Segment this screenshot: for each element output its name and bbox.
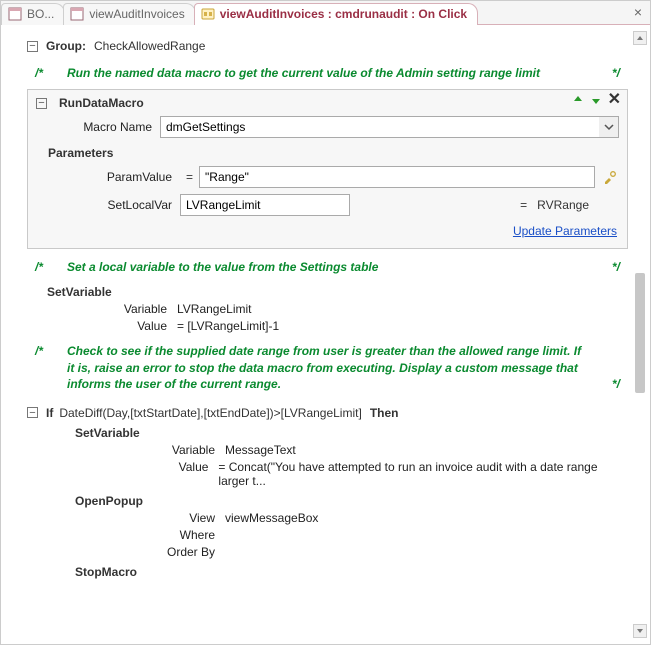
tab-label: viewAuditInvoices : cmdrunaudit : On Cli… [220,7,467,21]
comment-close: */ [612,376,620,392]
openpopup-action[interactable]: OpenPopup [75,494,628,508]
if-keyword: If [46,406,53,420]
collapse-toggle[interactable]: − [36,98,47,109]
close-icon[interactable]: × [634,4,642,20]
group-name: CheckAllowedRange [94,39,205,53]
tab-viewauditinvoices[interactable]: viewAuditInvoices [63,3,195,25]
if-row[interactable]: − If DateDiff(Day,[txtStartDate],[txtEnd… [27,406,628,420]
macro-icon [201,7,215,21]
tab-bar: BO... viewAuditInvoices viewAuditInvoice… [1,1,650,25]
variable-value: MessageText [225,443,296,457]
group-label: Group: [46,39,86,53]
macro-name-select[interactable]: dmGetSettings [160,116,619,138]
comment-open: /* [35,259,43,275]
group-row: − Group: CheckAllowedRange [27,39,628,53]
scroll-down-icon[interactable] [633,624,647,638]
setlocalvar-input[interactable] [180,194,350,216]
then-keyword: Then [370,406,399,420]
view-label: View [75,511,225,525]
scrollbar-thumb[interactable] [635,273,645,393]
builder-icon[interactable] [601,168,619,186]
form-icon [70,7,84,21]
setvariable-action[interactable]: SetVariable [75,426,628,440]
if-condition: DateDiff(Day,[txtStartDate],[txtEndDate]… [59,406,361,420]
macro-editor: − Group: CheckAllowedRange /* Run the na… [1,25,650,644]
variable-label: Variable [75,443,225,457]
tab-label: BO... [27,7,54,21]
view-value: viewMessageBox [225,511,318,525]
comment-block: /* Run the named data macro to get the c… [27,61,628,85]
scroll-up-icon[interactable] [633,31,647,45]
collapse-toggle[interactable]: − [27,41,38,52]
variable-label: Variable [27,302,177,316]
variable-value: LVRangeLimit [177,302,251,316]
form-icon [8,7,22,21]
comment-text: Check to see if the supplied date range … [67,344,581,390]
value-label: Value [27,319,177,333]
equals-sign: = [520,198,527,212]
tab-bosscompany[interactable]: BO... [1,3,65,25]
comment-block: /* Set a local variable to the value fro… [27,255,628,279]
stopmacro-action[interactable]: StopMacro [75,565,628,579]
value-value: = [LVRangeLimit]-1 [177,319,279,333]
chevron-down-icon[interactable] [599,116,619,138]
comment-text: Set a local variable to the value from t… [67,260,378,274]
parameters-heading: Parameters [48,146,619,160]
value-value: = Concat("You have attempted to run an i… [218,460,628,488]
comment-close: */ [612,259,620,275]
tab-macro-designer[interactable]: viewAuditInvoices : cmdrunaudit : On Cli… [194,3,478,25]
equals-sign: = [186,170,193,184]
action-title: RunDataMacro [59,96,144,110]
paramvalue-label: ParamValue [56,170,180,184]
vertical-scrollbar[interactable] [633,31,647,638]
comment-block: /* Check to see if the supplied date ran… [27,339,628,396]
update-parameters-link[interactable]: Update Parameters [513,224,617,238]
comment-open: /* [35,65,43,81]
paramvalue-input[interactable] [199,166,595,188]
return-var-name: RVRange [537,198,589,212]
delete-action-icon[interactable]: ✕ [608,94,621,106]
where-label: Where [75,528,225,542]
tab-label: viewAuditInvoices [89,7,184,21]
comment-text: Run the named data macro to get the curr… [67,66,540,80]
value-label: Value [75,460,218,488]
macro-name-label: Macro Name [36,120,160,134]
move-up-icon[interactable] [572,94,584,106]
comment-open: /* [35,343,43,359]
orderby-label: Order By [75,545,225,559]
move-down-icon[interactable] [590,94,602,106]
comment-close: */ [612,65,620,81]
rundatamacro-block[interactable]: − RunDataMacro ✕ Macro Name dmGetSetting… [27,89,628,249]
collapse-toggle[interactable]: − [27,407,38,418]
setvariable-action[interactable]: SetVariable [47,285,628,299]
setlocalvar-label: SetLocalVar [56,198,180,212]
